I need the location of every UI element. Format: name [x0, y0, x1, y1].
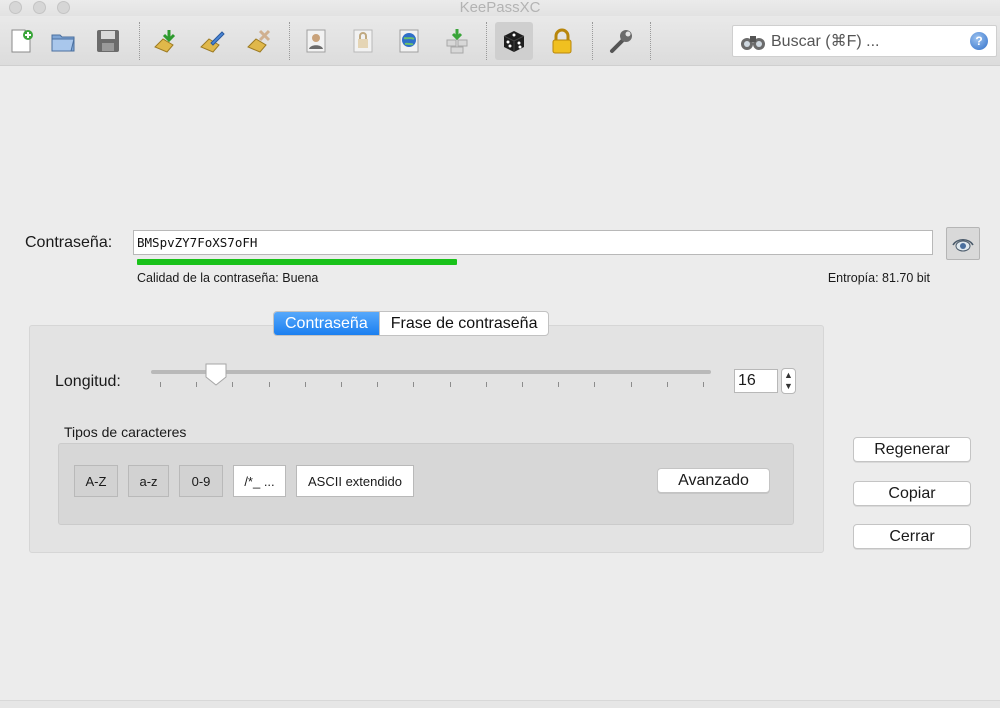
copy-button[interactable]: Copiar: [853, 481, 971, 506]
password-field[interactable]: BMSpvZY7FoXS7oFH: [133, 230, 933, 255]
entropy-label: Entropía: 81.70 bit: [827, 271, 930, 285]
help-icon[interactable]: ?: [970, 32, 988, 50]
edit-entry-icon: [200, 31, 225, 53]
edit-entry-button[interactable]: [193, 22, 231, 60]
slider-tick: [196, 382, 198, 387]
save-database-button[interactable]: [89, 22, 127, 60]
title-bar: KeePassXC: [0, 0, 1000, 16]
slider-tick: [449, 382, 451, 387]
dice-icon: [503, 31, 525, 52]
regenerate-button[interactable]: Regenerar: [853, 437, 971, 462]
open-database-icon: [51, 34, 75, 52]
delete-entry-icon: [247, 29, 271, 53]
delete-entry-button[interactable]: [240, 22, 278, 60]
slider-tick: [232, 382, 234, 387]
search-field[interactable]: Buscar (⌘F) ... ?: [732, 25, 997, 57]
copy-url-icon: [399, 29, 419, 53]
toolbar-separator: [289, 22, 290, 60]
password-generator-button[interactable]: [495, 22, 533, 60]
copy-password-button[interactable]: [344, 22, 382, 60]
toolbar-separator: [650, 22, 651, 60]
toolbar-separator: [486, 22, 487, 60]
slider-tick: [594, 382, 596, 387]
length-label: Longitud:: [55, 373, 121, 390]
lowercase-toggle[interactable]: a-z: [128, 465, 169, 497]
password-label: Contraseña:: [25, 234, 113, 251]
open-database-button[interactable]: [44, 22, 82, 60]
toolbar-separator: [592, 22, 593, 60]
tab-passphrase[interactable]: Frase de contraseña: [378, 312, 549, 335]
slider-tick: [160, 382, 161, 387]
generator-mode-tabs: Contraseña Frase de contraseña: [273, 311, 550, 336]
slider-tick: [558, 382, 560, 387]
toolbar: Buscar (⌘F) ... ?: [0, 16, 1000, 66]
background-window-edge: [0, 700, 1000, 708]
password-quality-label: Calidad de la contraseña: Buena: [137, 271, 319, 285]
lock-database-button[interactable]: [543, 22, 581, 60]
save-database-icon: [97, 30, 119, 52]
slider-tick: [341, 382, 342, 387]
close-button[interactable]: Cerrar: [853, 524, 971, 549]
slider-tick: [485, 382, 487, 387]
autotype-icon: [446, 29, 468, 54]
uppercase-toggle[interactable]: A-Z: [74, 465, 118, 497]
copy-url-button[interactable]: [390, 22, 428, 60]
add-entry-icon: [154, 30, 176, 53]
autotype-button[interactable]: [438, 22, 476, 60]
toolbar-separator: [139, 22, 140, 60]
slider-tick: [703, 382, 704, 387]
new-database-icon: [11, 29, 33, 53]
settings-button[interactable]: [602, 22, 640, 60]
advanced-button[interactable]: Avanzado: [657, 468, 770, 493]
password-quality-fill: [137, 259, 457, 265]
wrench-icon: [610, 30, 632, 53]
chevron-up-icon[interactable]: ▲: [782, 370, 795, 381]
character-types-label: Tipos de caracteres: [64, 424, 187, 440]
numbers-toggle[interactable]: 0-9: [179, 465, 223, 497]
length-input[interactable]: 16: [734, 369, 778, 393]
window-title: KeePassXC: [459, 0, 541, 16]
slider-tick: [304, 382, 306, 387]
slider-tick: [522, 382, 523, 387]
slider-tick: [413, 382, 415, 387]
length-stepper[interactable]: ▲ ▼: [781, 368, 796, 394]
tab-password[interactable]: Contraseña: [274, 312, 379, 335]
lock-icon: [552, 28, 572, 54]
copy-username-icon: [306, 29, 326, 53]
slider-tick: [666, 382, 668, 387]
toggle-password-visibility-button[interactable]: [946, 227, 980, 260]
slider-tick: [377, 382, 379, 387]
special-chars-toggle[interactable]: /*_ ...: [233, 465, 286, 497]
copy-password-icon: [353, 29, 373, 53]
add-entry-button[interactable]: [147, 22, 185, 60]
search-input[interactable]: Buscar (⌘F) ...: [771, 31, 970, 51]
slider-tick: [630, 382, 632, 387]
copy-username-button[interactable]: [297, 22, 335, 60]
length-slider[interactable]: [151, 370, 711, 374]
slider-tick: [268, 382, 270, 387]
chevron-down-icon[interactable]: ▼: [782, 381, 795, 392]
new-database-button[interactable]: [2, 22, 40, 60]
eye-icon: [952, 238, 974, 251]
password-quality-bar: [137, 259, 457, 265]
length-slider-handle[interactable]: [205, 362, 227, 386]
binoculars-icon: [741, 36, 765, 50]
extended-ascii-toggle[interactable]: ASCII extendido: [296, 465, 414, 497]
